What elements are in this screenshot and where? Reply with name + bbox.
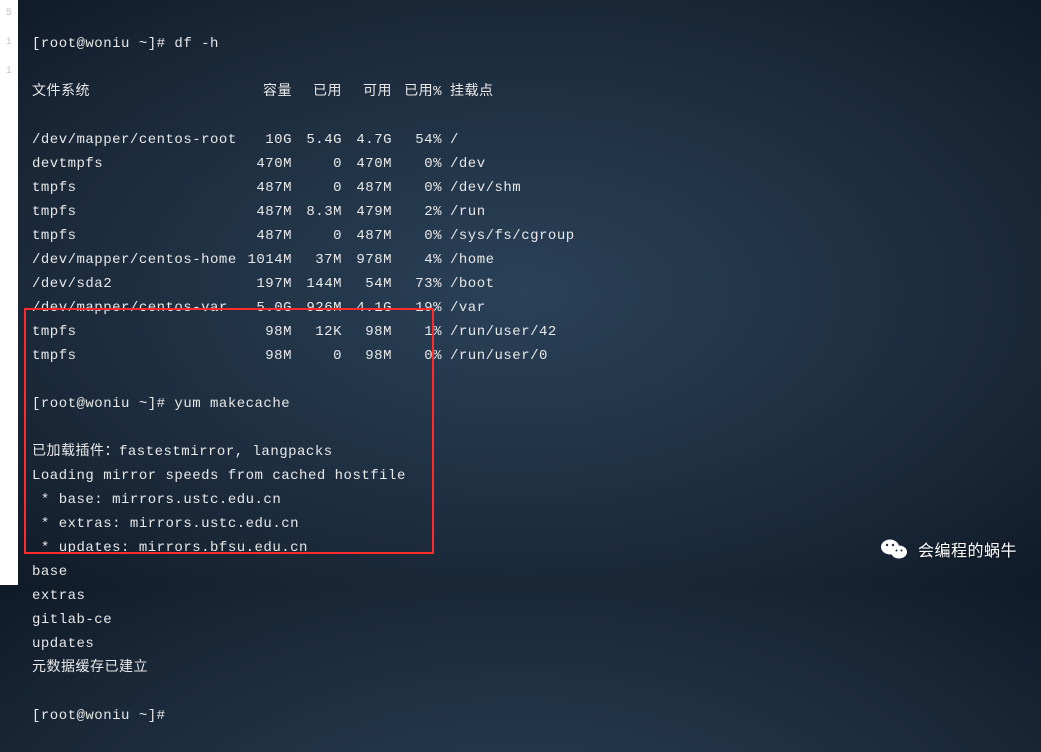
df-pct: 0% [392, 344, 442, 368]
df-pct: 4% [392, 248, 442, 272]
df-filesystem: /dev/sda2 [32, 272, 242, 296]
df-size: 470M [242, 152, 292, 176]
yum-output-line: Loading mirror speeds from cached hostfi… [32, 464, 1027, 488]
yum-output-line: gitlab-ce [32, 608, 1027, 632]
df-mount: /sys/fs/cgroup [442, 224, 575, 248]
df-pct: 1% [392, 320, 442, 344]
df-row: /dev/mapper/centos-home1014M37M978M4%/ho… [32, 248, 1027, 272]
df-size: 487M [242, 224, 292, 248]
df-used: 37M [292, 248, 342, 272]
df-avail: 479M [342, 200, 392, 224]
df-size: 487M [242, 200, 292, 224]
df-filesystem: tmpfs [32, 344, 242, 368]
df-used: 0 [292, 176, 342, 200]
df-size: 98M [242, 344, 292, 368]
prompt-line[interactable]: [root@woniu ~]# [32, 704, 1027, 728]
yum-output-line: * base: mirrors.ustc.edu.cn [32, 488, 1027, 512]
df-avail: 487M [342, 176, 392, 200]
df-filesystem: tmpfs [32, 224, 242, 248]
df-row: /dev/mapper/centos-var5.0G926M4.1G19%/va… [32, 296, 1027, 320]
df-size: 1014M [242, 248, 292, 272]
df-pct: 54% [392, 128, 442, 152]
df-mount: /boot [442, 272, 495, 296]
df-avail: 98M [342, 344, 392, 368]
df-pct: 2% [392, 200, 442, 224]
editor-gutter: 5 1 1 [0, 0, 18, 585]
df-row: tmpfs487M0487M0%/dev/shm [32, 176, 1027, 200]
df-used: 0 [292, 152, 342, 176]
df-mount: /run/user/0 [442, 344, 548, 368]
df-used: 0 [292, 224, 342, 248]
yum-output-line: * updates: mirrors.bfsu.edu.cn [32, 536, 1027, 560]
watermark: 会编程的蜗牛 [880, 537, 1017, 561]
header-size: 容量 [242, 80, 292, 104]
df-pct: 19% [392, 296, 442, 320]
watermark-label: 会编程的蜗牛 [918, 537, 1017, 561]
df-size: 10G [242, 128, 292, 152]
prompt-line: [root@woniu ~]# yum makecache [32, 392, 1027, 416]
header-used: 已用 [292, 80, 342, 104]
yum-output-line: base [32, 560, 1027, 584]
header-filesystem: 文件系统 [32, 80, 242, 104]
df-used: 0 [292, 344, 342, 368]
header-pct: 已用% [392, 80, 442, 104]
df-size: 98M [242, 320, 292, 344]
df-pct: 73% [392, 272, 442, 296]
df-row: /dev/mapper/centos-root10G5.4G4.7G54%/ [32, 128, 1027, 152]
yum-output-line: updates [32, 632, 1027, 656]
df-avail: 98M [342, 320, 392, 344]
df-header-row: 文件系统 容量 已用 可用 已用% 挂载点 [32, 80, 1027, 104]
df-mount: /run [442, 200, 486, 224]
df-pct: 0% [392, 224, 442, 248]
wechat-icon [880, 537, 908, 561]
df-used: 926M [292, 296, 342, 320]
df-mount: /dev/shm [442, 176, 521, 200]
df-pct: 0% [392, 152, 442, 176]
df-avail: 487M [342, 224, 392, 248]
df-size: 197M [242, 272, 292, 296]
yum-output-line: * extras: mirrors.ustc.edu.cn [32, 512, 1027, 536]
df-mount: /home [442, 248, 495, 272]
df-filesystem: tmpfs [32, 200, 242, 224]
df-avail: 470M [342, 152, 392, 176]
header-avail: 可用 [342, 80, 392, 104]
header-mount: 挂载点 [442, 80, 494, 104]
df-avail: 978M [342, 248, 392, 272]
df-row: tmpfs98M12K98M1%/run/user/42 [32, 320, 1027, 344]
df-used: 144M [292, 272, 342, 296]
terminal-output[interactable]: [root@woniu ~]# df -h 文件系统 容量 已用 可用 已用% … [18, 0, 1041, 585]
yum-output-line: 元数据缓存已建立 [32, 656, 1027, 680]
df-filesystem: devtmpfs [32, 152, 242, 176]
prompt-line: [root@woniu ~]# df -h [32, 32, 1027, 56]
df-row: devtmpfs470M0470M0%/dev [32, 152, 1027, 176]
df-filesystem: tmpfs [32, 320, 242, 344]
yum-output-line: 已加载插件：fastestmirror, langpacks [32, 440, 1027, 464]
df-mount: /dev [442, 152, 486, 176]
df-filesystem: /dev/mapper/centos-var [32, 296, 242, 320]
df-size: 5.0G [242, 296, 292, 320]
df-filesystem: tmpfs [32, 176, 242, 200]
df-size: 487M [242, 176, 292, 200]
df-used: 8.3M [292, 200, 342, 224]
df-row: tmpfs98M098M0%/run/user/0 [32, 344, 1027, 368]
df-row: tmpfs487M8.3M479M2%/run [32, 200, 1027, 224]
df-filesystem: /dev/mapper/centos-root [32, 128, 242, 152]
df-used: 12K [292, 320, 342, 344]
df-avail: 54M [342, 272, 392, 296]
df-mount: /run/user/42 [442, 320, 557, 344]
df-avail: 4.1G [342, 296, 392, 320]
df-mount: / [442, 128, 459, 152]
df-row: tmpfs487M0487M0%/sys/fs/cgroup [32, 224, 1027, 248]
yum-output-line: extras [32, 584, 1027, 608]
df-pct: 0% [392, 176, 442, 200]
df-avail: 4.7G [342, 128, 392, 152]
df-row: /dev/sda2197M144M54M73%/boot [32, 272, 1027, 296]
df-mount: /var [442, 296, 486, 320]
df-used: 5.4G [292, 128, 342, 152]
df-filesystem: /dev/mapper/centos-home [32, 248, 242, 272]
